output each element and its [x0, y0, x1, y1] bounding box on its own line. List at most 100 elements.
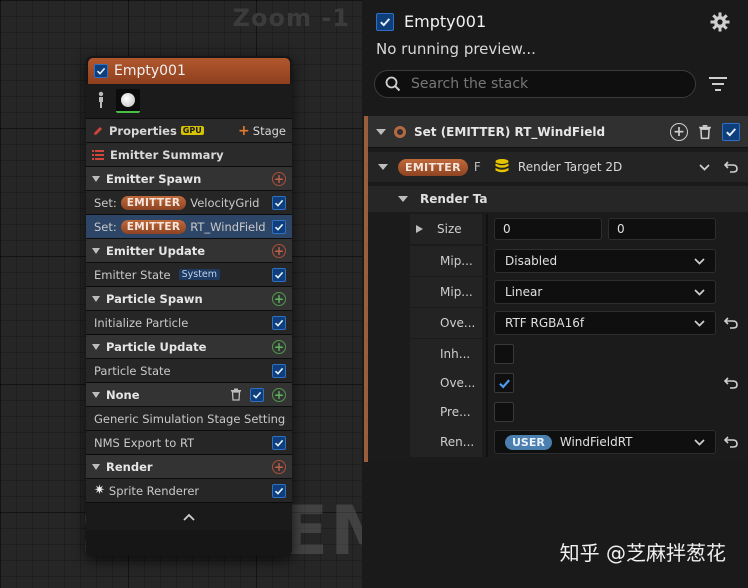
check-icon [96, 67, 106, 75]
reset-arrow-icon[interactable] [724, 161, 738, 173]
module-enable-checkbox[interactable] [272, 483, 286, 498]
sprite-icon: ✷ [94, 483, 105, 498]
section-render[interactable]: Render + [86, 454, 292, 478]
size-x-field[interactable]: 0 [494, 218, 602, 240]
node-header[interactable]: Empty001 [88, 58, 290, 84]
emitter-variable-row[interactable]: EMITTER F Render Target 2D [368, 152, 748, 182]
module-nms-export-to-rt[interactable]: NMS Export to RT [86, 430, 292, 454]
stage-enable-checkbox[interactable] [250, 387, 264, 402]
emitter-tag: EMITTER [398, 158, 468, 176]
prop-override-format: Ove... RTF RGBA16f [410, 308, 748, 338]
render-target-dropdown[interactable]: USER WindFieldRT [494, 430, 716, 454]
prop-mip-filter: Mip... Linear [410, 277, 748, 307]
module-enable-checkbox[interactable] [272, 219, 286, 234]
inherit-checkbox[interactable] [494, 344, 514, 364]
section-particle-spawn[interactable]: Particle Spawn + [86, 286, 292, 310]
section-label: Particle Update [106, 339, 207, 354]
section-label: Emitter Spawn [106, 171, 202, 186]
expand-arrow-icon[interactable] [416, 225, 423, 233]
collapse-arrow-icon[interactable] [92, 247, 100, 254]
prop-inherit: Inh... [410, 339, 748, 369]
module-set-rt-windfield[interactable]: Set: EMITTER RT_WindField [86, 214, 292, 238]
chevron-up-icon[interactable] [183, 513, 195, 521]
reset-arrow-icon[interactable] [724, 436, 738, 448]
override-checkbox[interactable] [494, 373, 514, 393]
collapse-arrow-icon[interactable] [92, 295, 100, 302]
user-tag: USER [505, 434, 552, 450]
node-icons-row [86, 84, 292, 118]
section-label: Particle Spawn [106, 291, 203, 306]
section-particle-update[interactable]: Particle Update + [86, 334, 292, 358]
prop-label: Inh... [410, 339, 482, 369]
add-module-icon[interactable]: + [272, 459, 286, 474]
module-set-velocitygrid[interactable]: Set: EMITTER VelocityGrid [86, 190, 292, 214]
module-sprite-renderer[interactable]: ✷ Sprite Renderer [86, 478, 292, 502]
zoom-label: Zoom -1 [232, 4, 350, 32]
section-emitter-spawn[interactable]: Emitter Spawn + [86, 166, 292, 190]
module-enable-checkbox[interactable] [272, 315, 286, 330]
collapse-arrow-icon[interactable] [376, 128, 386, 135]
chevron-down-icon [694, 319, 705, 327]
module-name: Emitter State [94, 267, 171, 282]
module-enable-checkbox[interactable] [272, 363, 286, 378]
module-emitter-state[interactable]: Emitter State System [86, 262, 292, 286]
emitter-tag: EMITTER [120, 219, 187, 234]
module-stack: Set (EMITTER) RT_WindField + EMITTER F R… [364, 116, 748, 462]
module-name: Particle State [94, 363, 171, 378]
mip-filter-dropdown[interactable]: Linear [494, 280, 716, 304]
trash-icon[interactable] [698, 124, 712, 140]
filter-icon[interactable] [708, 75, 728, 93]
module-enable-checkbox[interactable] [272, 435, 286, 450]
section-label: None [106, 387, 140, 402]
stack-search[interactable] [374, 70, 696, 98]
collapse-arrow-icon[interactable] [92, 175, 100, 182]
add-stage-button[interactable]: + Stage [238, 123, 286, 139]
module-name: Generic Simulation Stage Settings [94, 411, 286, 426]
set-prefix: Set: [94, 195, 117, 210]
prop-label: Pre... [410, 397, 482, 427]
collapse-arrow-icon[interactable] [92, 391, 100, 398]
node-enable-checkbox[interactable] [94, 64, 108, 78]
emitter-thumbnail[interactable] [116, 89, 140, 113]
add-module-icon[interactable]: + [272, 243, 286, 258]
render-target-group[interactable]: Render Ta [368, 186, 748, 212]
expand-arrow-icon[interactable] [378, 164, 388, 170]
trash-icon[interactable] [230, 388, 242, 401]
collapse-arrow-icon[interactable] [92, 463, 100, 470]
module-generic-sim-stage-settings[interactable]: Generic Simulation Stage Settings [86, 406, 292, 430]
add-module-icon[interactable]: + [272, 339, 286, 354]
graph-canvas[interactable]: Zoom -1 SYSTEM Empty001 Properties GPU +… [0, 0, 362, 588]
emitter-summary-row[interactable]: Emitter Summary [86, 142, 292, 166]
emitter-node[interactable]: Empty001 Properties GPU + Stage Emitter … [86, 56, 292, 556]
format-dropdown[interactable]: RTF RGBA16f [494, 311, 716, 335]
plus-icon: + [238, 122, 250, 139]
add-module-icon[interactable]: + [272, 291, 286, 306]
size-y-field[interactable]: 0 [608, 218, 716, 240]
search-input[interactable] [411, 76, 681, 92]
gear-icon[interactable] [710, 12, 730, 32]
reset-arrow-icon[interactable] [724, 317, 738, 329]
module-header[interactable]: Set (EMITTER) RT_WindField + [368, 116, 748, 148]
preview-checkbox[interactable] [494, 402, 514, 422]
add-module-icon[interactable]: + [272, 387, 286, 402]
section-emitter-update[interactable]: Emitter Update + [86, 238, 292, 262]
variable-type: Render Target 2D [517, 160, 623, 174]
mip-generation-dropdown[interactable]: Disabled [494, 249, 716, 273]
collapse-arrow-icon[interactable] [92, 343, 100, 350]
add-module-icon[interactable]: + [272, 171, 286, 186]
add-icon[interactable]: + [670, 122, 688, 141]
group-label: Render Ta [420, 192, 488, 206]
collapse-arrow-icon[interactable] [398, 196, 408, 202]
module-enable-checkbox[interactable] [272, 195, 286, 210]
properties-row[interactable]: Properties GPU + Stage [86, 118, 292, 142]
module-particle-state[interactable]: Particle State [86, 358, 292, 382]
module-enable-checkbox[interactable] [272, 267, 286, 282]
module-initialize-particle[interactable]: Initialize Particle [86, 310, 292, 334]
node-collapse-bar[interactable] [86, 502, 292, 530]
section-simulation-stage[interactable]: None + [86, 382, 292, 406]
module-enable-checkbox[interactable] [722, 122, 740, 141]
chevron-down-icon[interactable] [699, 163, 710, 171]
emitter-enable-checkbox[interactable] [376, 12, 394, 31]
list-icon [92, 149, 104, 160]
reset-arrow-icon[interactable] [724, 377, 738, 389]
